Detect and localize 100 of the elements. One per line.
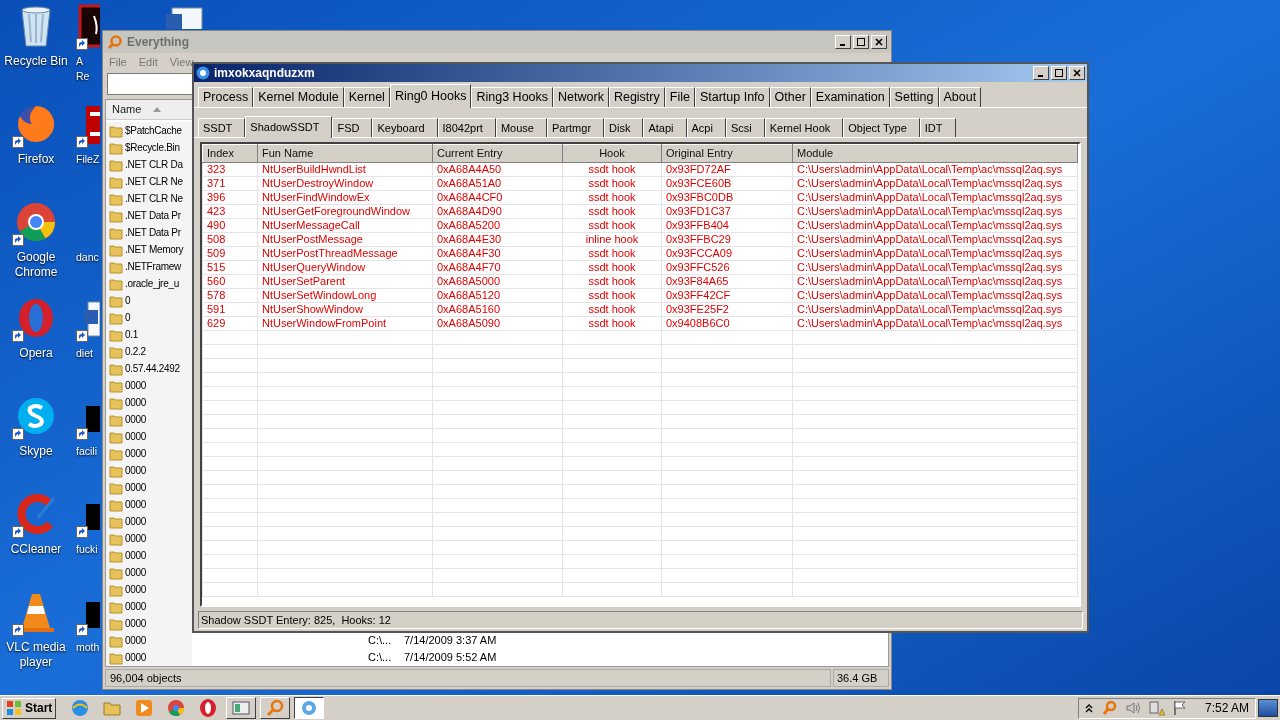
icon-label[interactable]: VLC media player bbox=[6, 640, 66, 670]
flag-icon[interactable] bbox=[1172, 700, 1187, 716]
icon-label[interactable]: CCleaner bbox=[10, 542, 62, 557]
tab[interactable]: SSDT bbox=[198, 118, 246, 137]
tab[interactable]: I8042prt bbox=[437, 118, 496, 137]
window-title: imxokxaqnduzxm bbox=[214, 65, 316, 82]
speaker-icon[interactable] bbox=[1124, 700, 1141, 716]
folder-icon bbox=[109, 514, 123, 529]
tab[interactable]: Mouse bbox=[495, 118, 547, 137]
table-cell: NtUserPostMessage bbox=[257, 232, 433, 246]
icon-label[interactable]: Opera bbox=[19, 346, 53, 361]
minimize-button[interactable] bbox=[835, 35, 851, 49]
tab[interactable]: Disk bbox=[604, 118, 644, 137]
start-button[interactable]: Start bbox=[2, 697, 57, 719]
icon-label[interactable]: FileZ bbox=[76, 152, 100, 167]
table-cell: 0xA68A4E30 bbox=[432, 232, 563, 246]
tab[interactable]: Setting bbox=[889, 87, 939, 107]
column-header[interactable]: Index bbox=[202, 144, 258, 162]
icon-label[interactable]: facili bbox=[76, 444, 97, 459]
table-cell: ssdt hook bbox=[562, 316, 662, 330]
tab[interactable]: Scsi bbox=[725, 118, 765, 137]
tab[interactable]: Keyboard bbox=[372, 118, 438, 137]
tab[interactable]: Ring3 Hooks bbox=[471, 87, 554, 107]
table-cell: ssdt hook bbox=[562, 288, 662, 302]
tab[interactable]: IDT bbox=[919, 118, 956, 137]
taskbar-button[interactable] bbox=[294, 697, 325, 719]
magnifier-icon bbox=[265, 698, 286, 718]
icon-label[interactable]: fucki bbox=[76, 542, 98, 557]
icon-label[interactable]: diet bbox=[76, 346, 93, 361]
opera-icon bbox=[198, 698, 219, 718]
close-button[interactable] bbox=[1069, 66, 1085, 80]
tab[interactable]: Acpi bbox=[686, 118, 726, 137]
tab[interactable]: ShadowSSDT bbox=[245, 116, 333, 138]
status-text: 96,004 objects bbox=[105, 668, 831, 688]
shortcut-arrow-icon bbox=[76, 38, 88, 50]
shortcut-arrow-icon bbox=[76, 136, 88, 148]
tab[interactable]: FSD bbox=[332, 118, 373, 137]
icon-label[interactable]: Google Chrome bbox=[14, 250, 58, 280]
column-header[interactable]: Module bbox=[792, 144, 1078, 162]
tab[interactable]: Ring0 Hooks bbox=[389, 84, 472, 108]
search-field[interactable] bbox=[107, 73, 193, 95]
column-header[interactable]: Current Entry bbox=[432, 144, 563, 162]
folder-icon bbox=[109, 327, 123, 342]
folder-icon bbox=[109, 361, 123, 376]
table-cell: 371 bbox=[202, 176, 258, 190]
folder-icon bbox=[109, 497, 123, 512]
minimize-button[interactable] bbox=[1033, 66, 1049, 80]
tab[interactable]: About bbox=[938, 87, 982, 107]
table-cell: C:\Users\admin\AppData\Local\Temp\ac\mssql2aq.sys bbox=[792, 176, 1078, 190]
icon-label[interactable]: A Re bbox=[76, 54, 90, 84]
tab[interactable]: Kernel Module bbox=[253, 87, 344, 107]
folder-icon bbox=[109, 208, 123, 223]
tab[interactable]: Process bbox=[198, 87, 254, 107]
clock[interactable]: 7:52 AM bbox=[1204, 699, 1249, 717]
app-logo-icon bbox=[196, 66, 210, 80]
tab[interactable]: Partmgr bbox=[546, 118, 605, 137]
file-name[interactable]: 0.1 bbox=[125, 327, 138, 342]
folder-icon bbox=[109, 446, 123, 461]
file-date: 7/14/2009 3:37 AM bbox=[404, 633, 497, 649]
file-name[interactable]: 0 bbox=[125, 293, 131, 308]
maximize-button[interactable] bbox=[853, 35, 869, 49]
file-name[interactable]: 0 bbox=[125, 310, 131, 325]
file-date: 7/14/2009 5:52 AM bbox=[404, 650, 497, 666]
folder-icon bbox=[109, 276, 123, 291]
chrome-icon[interactable] bbox=[14, 200, 58, 244]
tab[interactable]: Kernel Hook bbox=[764, 118, 844, 137]
tab[interactable]: Object Type bbox=[843, 118, 920, 137]
icon-label[interactable]: Recycle Bin bbox=[4, 54, 68, 69]
chevron-up-icon[interactable] bbox=[1084, 703, 1093, 713]
tab[interactable]: File bbox=[664, 87, 695, 107]
column-header[interactable]: Fun Name bbox=[257, 144, 433, 162]
column-header[interactable]: Name bbox=[106, 100, 192, 120]
icon-label[interactable]: Skype bbox=[19, 444, 53, 459]
table-cell: 560 bbox=[202, 274, 258, 288]
tab[interactable]: Kernel bbox=[343, 87, 390, 107]
icon-label[interactable]: moth bbox=[76, 640, 100, 655]
tab[interactable]: Registry bbox=[608, 87, 665, 107]
file-path: C:\... bbox=[368, 633, 393, 649]
status-size: 36.4 GB bbox=[833, 668, 889, 688]
tab[interactable]: Atapi bbox=[643, 118, 687, 137]
folder-icon bbox=[109, 140, 123, 155]
table-cell: C:\Users\admin\AppData\Local\Temp\ac\mssql2aq.sys bbox=[792, 218, 1078, 232]
chrome-icon bbox=[166, 698, 187, 718]
table-cell: NtUserSetWindowLong bbox=[257, 288, 433, 302]
maximize-button[interactable] bbox=[1051, 66, 1067, 80]
tab[interactable]: Network bbox=[553, 87, 609, 107]
close-button[interactable] bbox=[871, 35, 887, 49]
tab[interactable]: Examination bbox=[810, 87, 890, 107]
show-desktop-button[interactable] bbox=[1258, 699, 1278, 717]
folder-icon bbox=[109, 225, 123, 240]
column-header[interactable]: Hook bbox=[562, 144, 662, 162]
tab[interactable]: Startup Info bbox=[694, 87, 770, 107]
folder-icon bbox=[109, 531, 123, 546]
icon-label[interactable]: danc bbox=[76, 250, 99, 265]
column-header[interactable]: Original Entry bbox=[661, 144, 793, 162]
shortcut-arrow-icon bbox=[76, 526, 88, 538]
tab[interactable]: Other bbox=[769, 87, 811, 107]
magnifier-icon bbox=[107, 34, 123, 50]
icon-label[interactable]: Firefox bbox=[17, 152, 55, 167]
table-cell: C:\Users\admin\AppData\Local\Temp\ac\mssql2aq.sys bbox=[792, 288, 1078, 302]
